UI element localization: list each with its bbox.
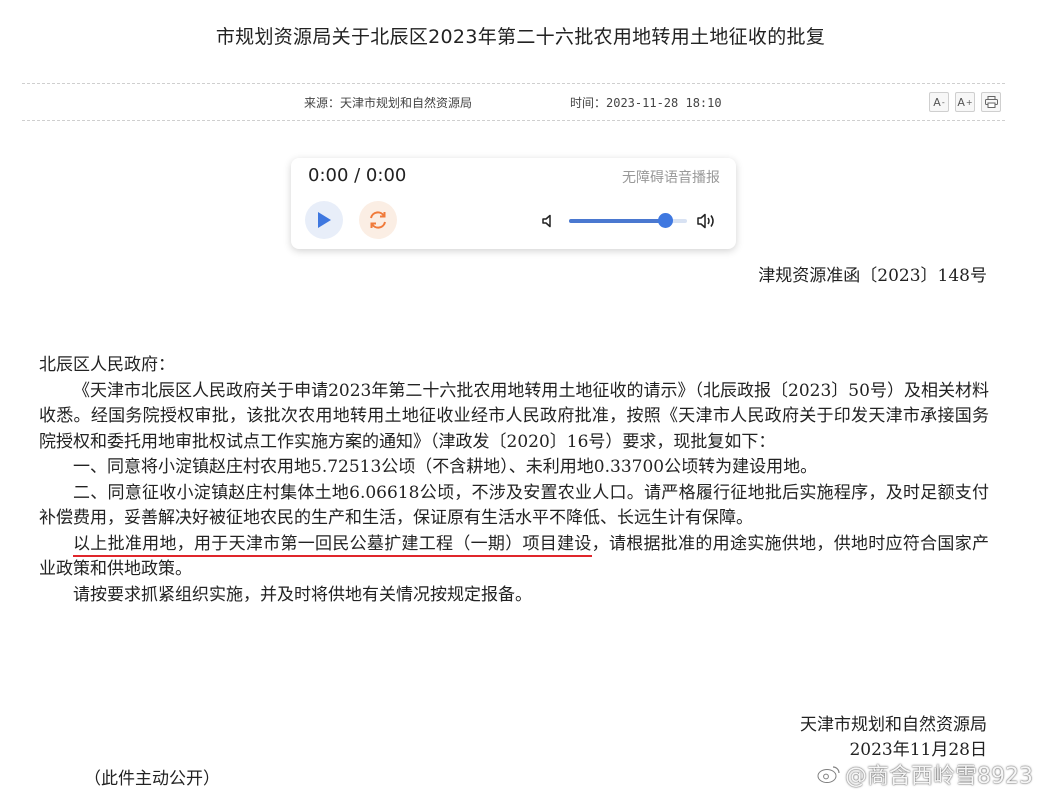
print-button[interactable] [981,92,1001,112]
volume-low-icon[interactable] [541,213,557,229]
volume-knob[interactable] [657,213,673,228]
accessibility-audio-label: 无障碍语音播报 [622,170,720,186]
paragraph-5: 请按要求抓紧组织实施，并及时将供地有关情况按规定报备。 [73,584,532,605]
meta-bar: 来源：天津市规划和自然资源局 时间：2023-11-28 18:10 A- A + [22,83,1005,121]
signature-block: 天津市规划和自然资源局 2023年11月28日 [800,713,987,763]
font-increase-button[interactable]: A + [955,92,975,112]
font-decrease-button[interactable]: A- [929,92,949,112]
watermark: @商含西岭雪8923 [817,758,1033,790]
audio-player: 0:00 / 0:00 无障碍语音播报 [291,158,736,249]
page-title: 市规划资源局关于北辰区2023年第二十六批农用地转用土地征收的批复 [215,26,826,48]
volume-high-icon[interactable] [696,211,718,231]
paragraph-4: 以上批准用地，用于天津市第一回民公墓扩建工程（一期）项目建设，请根据批准的用途实… [39,532,989,583]
weibo-logo-icon [817,766,840,783]
document-body: 北辰区人民政府： 《天津市北辰区人民政府关于申请2023年第二十六批农用地转用土… [39,353,989,608]
play-button[interactable] [305,201,343,239]
font-tools: A- A + [929,92,1001,112]
player-time: 0:00 / 0:00 [308,165,407,186]
watermark-text: @商含西岭雪8923 [845,764,1033,789]
play-icon [318,212,331,228]
underlined-highlight: 以上批准用地，用于天津市第一回民公墓扩建工程（一期）项目建设 [73,533,592,557]
volume-fill [569,219,665,223]
public-disclosure-note: （此件主动公开） [84,769,220,789]
paragraph-2: 一、同意将小淀镇赵庄村农用地5.72513公顷（不含耕地）、未利用地0.3370… [73,457,818,477]
replay-icon [370,211,386,229]
replay-button[interactable] [359,201,397,239]
source-label: 来源：天津市规划和自然资源局 [304,96,473,110]
paragraph-1: 《天津市北辰区人民政府关于申请2023年第二十六批农用地转用土地征收的请示》（北… [39,380,989,452]
salutation: 北辰区人民政府： [39,355,175,375]
signature-org: 天津市规划和自然资源局 [800,715,987,735]
print-icon [984,96,998,108]
publish-time: 时间：2023-11-28 18:10 [570,96,722,110]
volume-slider[interactable] [569,213,687,228]
document-number: 津规资源准函〔2023〕148号 [758,266,987,286]
paragraph-3: 二、同意征收小淀镇赵庄村集体土地6.06618公顷，不涉及安置农业人口。请严格履… [39,482,989,529]
